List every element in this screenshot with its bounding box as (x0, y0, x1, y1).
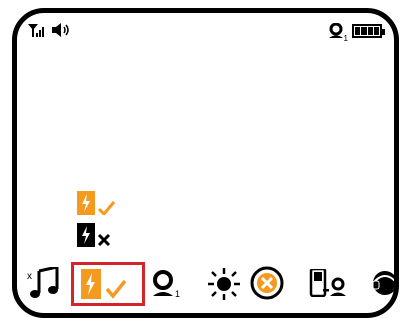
bluetooth-icon: 1 (328, 23, 348, 43)
menu-list (77, 191, 115, 247)
bt-device-count: 1 (175, 289, 181, 299)
bottom-bar: x 1 (17, 262, 394, 306)
charging-check-icon[interactable] (81, 267, 137, 301)
list-item[interactable] (77, 223, 115, 247)
signal-icon (27, 23, 45, 37)
device-screen: 1 x 1 (12, 8, 399, 318)
list-item[interactable] (77, 191, 115, 215)
charging-icon (77, 191, 95, 215)
check-icon (97, 201, 115, 215)
bluetooth-count: 1 (343, 34, 348, 43)
status-bar-right: 1 (328, 23, 385, 43)
status-bar-left (27, 23, 71, 37)
brightness-icon[interactable] (207, 267, 241, 301)
ringtone-icon[interactable]: x (25, 267, 61, 301)
speaker-icon (51, 23, 71, 37)
phone-connect-icon[interactable] (309, 269, 349, 297)
battery-icon (352, 24, 385, 38)
svg-text:x: x (27, 271, 32, 282)
charging-icon (77, 223, 95, 247)
bluetooth-device-icon[interactable]: 1 (151, 269, 181, 299)
cancel-circle-icon[interactable] (249, 265, 285, 301)
headset-icon[interactable] (369, 267, 394, 299)
cross-icon (97, 233, 111, 247)
